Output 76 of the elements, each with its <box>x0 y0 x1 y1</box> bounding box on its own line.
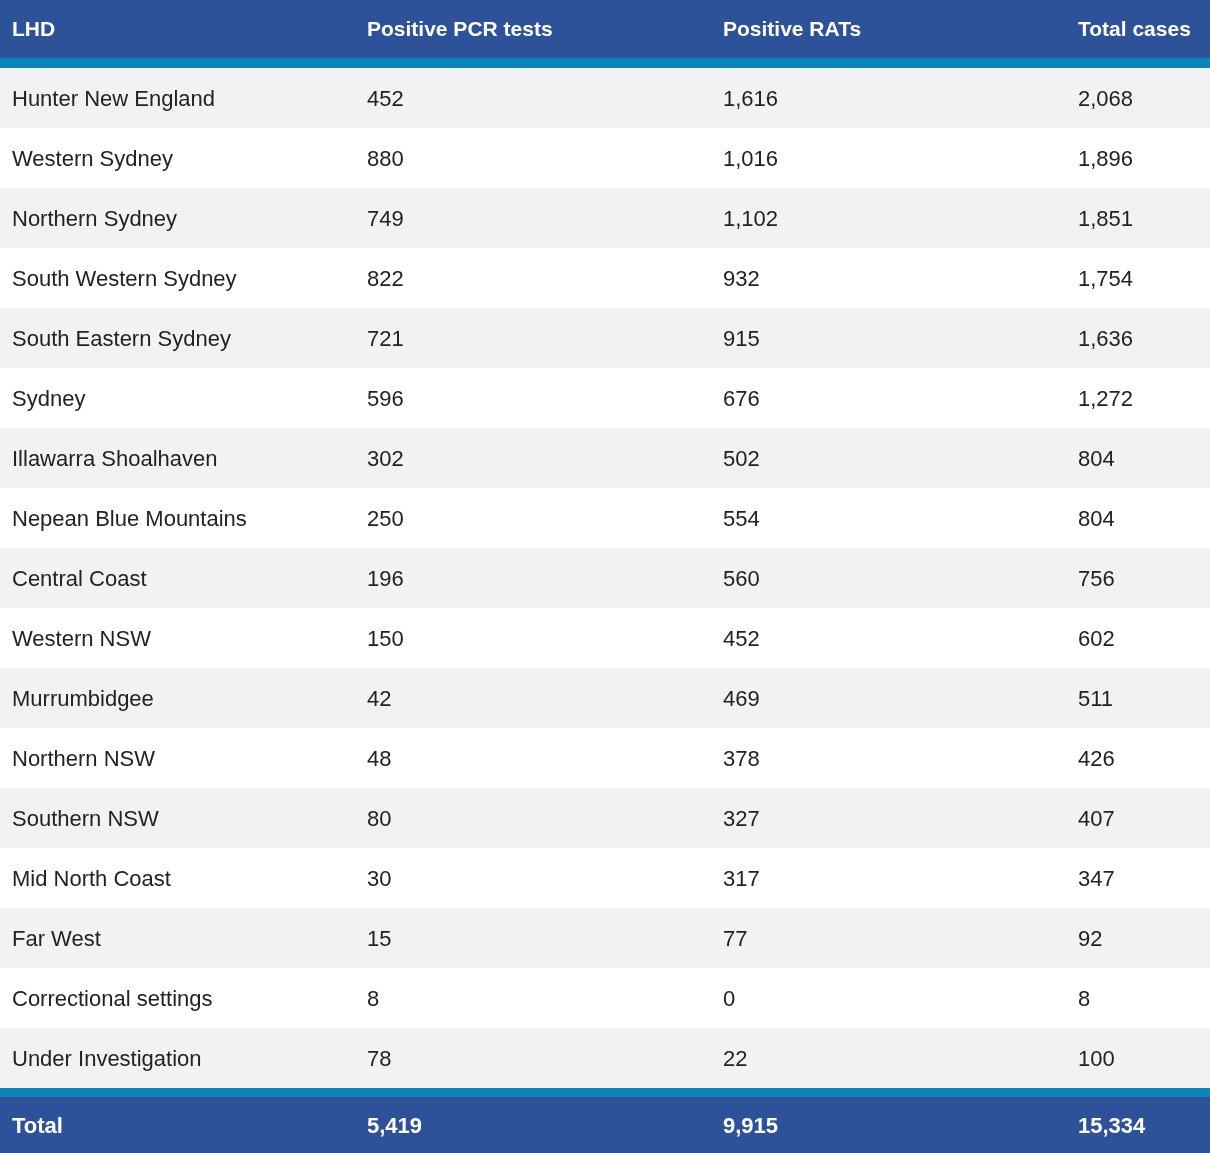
table-cell-text: Southern NSW <box>12 804 159 833</box>
table-cell-text: 676 <box>723 384 760 413</box>
table-cell-text: 2,068 <box>1078 84 1134 113</box>
table-cell-text: 1,616 <box>723 84 779 113</box>
table-cell-text: Western NSW <box>12 624 151 653</box>
table-cell-text: 150 <box>367 624 404 653</box>
table-cell-text: 1,272 <box>1078 384 1134 413</box>
table-cell-text: 78 <box>367 1044 392 1073</box>
table-cell-text: 932 <box>723 264 760 293</box>
table-cell-text: 1,016 <box>723 144 779 173</box>
table-cell-text: 554 <box>723 504 760 533</box>
table-cell-text: 327 <box>723 804 760 833</box>
table-cell-text: Northern NSW <box>12 744 156 773</box>
table-cell-text: 8 <box>367 984 380 1013</box>
table-cell-text: 426 <box>1078 744 1115 773</box>
table-cell-text: 48 <box>367 744 392 773</box>
table-cell-text: 469 <box>723 684 760 713</box>
table-cell-text: 1,851 <box>1078 204 1134 233</box>
table-cell-text: 196 <box>367 564 404 593</box>
column-header: Positive RATs <box>723 16 862 43</box>
table-cell-text: 756 <box>1078 564 1115 593</box>
table-cell-text: 804 <box>1078 444 1115 473</box>
total-cell-text: Total <box>12 1111 63 1140</box>
table-cell-text: 452 <box>367 84 404 113</box>
table-cell-text: Central Coast <box>12 564 147 593</box>
table-cell-text: Nepean Blue Mountains <box>12 504 247 533</box>
table-cell-text: South Eastern Sydney <box>12 324 231 353</box>
column-header: Total cases <box>1078 16 1191 43</box>
table-cell-text: 596 <box>367 384 404 413</box>
table-cell-text: 915 <box>723 324 760 353</box>
table-cell-text: Northern Sydney <box>12 204 178 233</box>
table-cell-text: 100 <box>1078 1044 1115 1073</box>
table-cell-text: Mid North Coast <box>12 864 171 893</box>
table-cell-text: 1,636 <box>1078 324 1134 353</box>
table-cell-text: Murrumbidgee <box>12 684 154 713</box>
total-cell-text: 5,419 <box>367 1111 423 1140</box>
table-cell-text: 0 <box>723 984 736 1013</box>
total-cell-text: 15,334 <box>1078 1111 1146 1140</box>
table-cell-text: 8 <box>1078 984 1091 1013</box>
table-cell-text: 92 <box>1078 924 1103 953</box>
table-cell-text: 804 <box>1078 504 1115 533</box>
table-cell-text: 880 <box>367 144 404 173</box>
table-cell-text: Western Sydney <box>12 144 173 173</box>
table-cell-text: 378 <box>723 744 760 773</box>
table-cell-text: South Western Sydney <box>12 264 237 293</box>
table-cell-text: 1,102 <box>723 204 779 233</box>
table-cell-text: 511 <box>1078 684 1114 713</box>
table-cell-text: 22 <box>723 1044 748 1073</box>
table-cell-text: 42 <box>367 684 392 713</box>
table-cell-text: 452 <box>723 624 760 653</box>
table-cell-text: 30 <box>367 864 392 893</box>
total-cell-text: 9,915 <box>723 1111 779 1140</box>
table-cell-text: 80 <box>367 804 392 833</box>
table-cell-text: 302 <box>367 444 404 473</box>
table-cell-text: 1,754 <box>1078 264 1134 293</box>
table-cell-text: 560 <box>723 564 760 593</box>
table-cell-text: Illawarra Shoalhaven <box>12 444 218 473</box>
column-header: LHD <box>12 16 56 43</box>
table-cell-text: Hunter New England <box>12 84 215 113</box>
table-cell-text: 749 <box>367 204 404 233</box>
table-cell-text: Sydney <box>12 384 86 413</box>
table-cell-text: Under Investigation <box>12 1044 202 1073</box>
table-cell-text: 602 <box>1078 624 1115 653</box>
table-cell-text: 822 <box>367 264 404 293</box>
table-cell-text: 1,896 <box>1078 144 1134 173</box>
column-header: Positive PCR tests <box>367 16 553 43</box>
table-cell-text: 317 <box>723 864 760 893</box>
table-cell-text: 502 <box>723 444 760 473</box>
table-cell-text: 347 <box>1078 864 1115 893</box>
table-cell-text: 77 <box>723 924 748 953</box>
table-cell-text: 721 <box>367 324 404 353</box>
table-cell-text: 15 <box>367 924 392 953</box>
table-cell-text: Correctional settings <box>12 984 213 1013</box>
table-cell-text: 250 <box>367 504 404 533</box>
table-cell-text: Far West <box>12 924 101 953</box>
table-cell-text: 407 <box>1078 804 1115 833</box>
